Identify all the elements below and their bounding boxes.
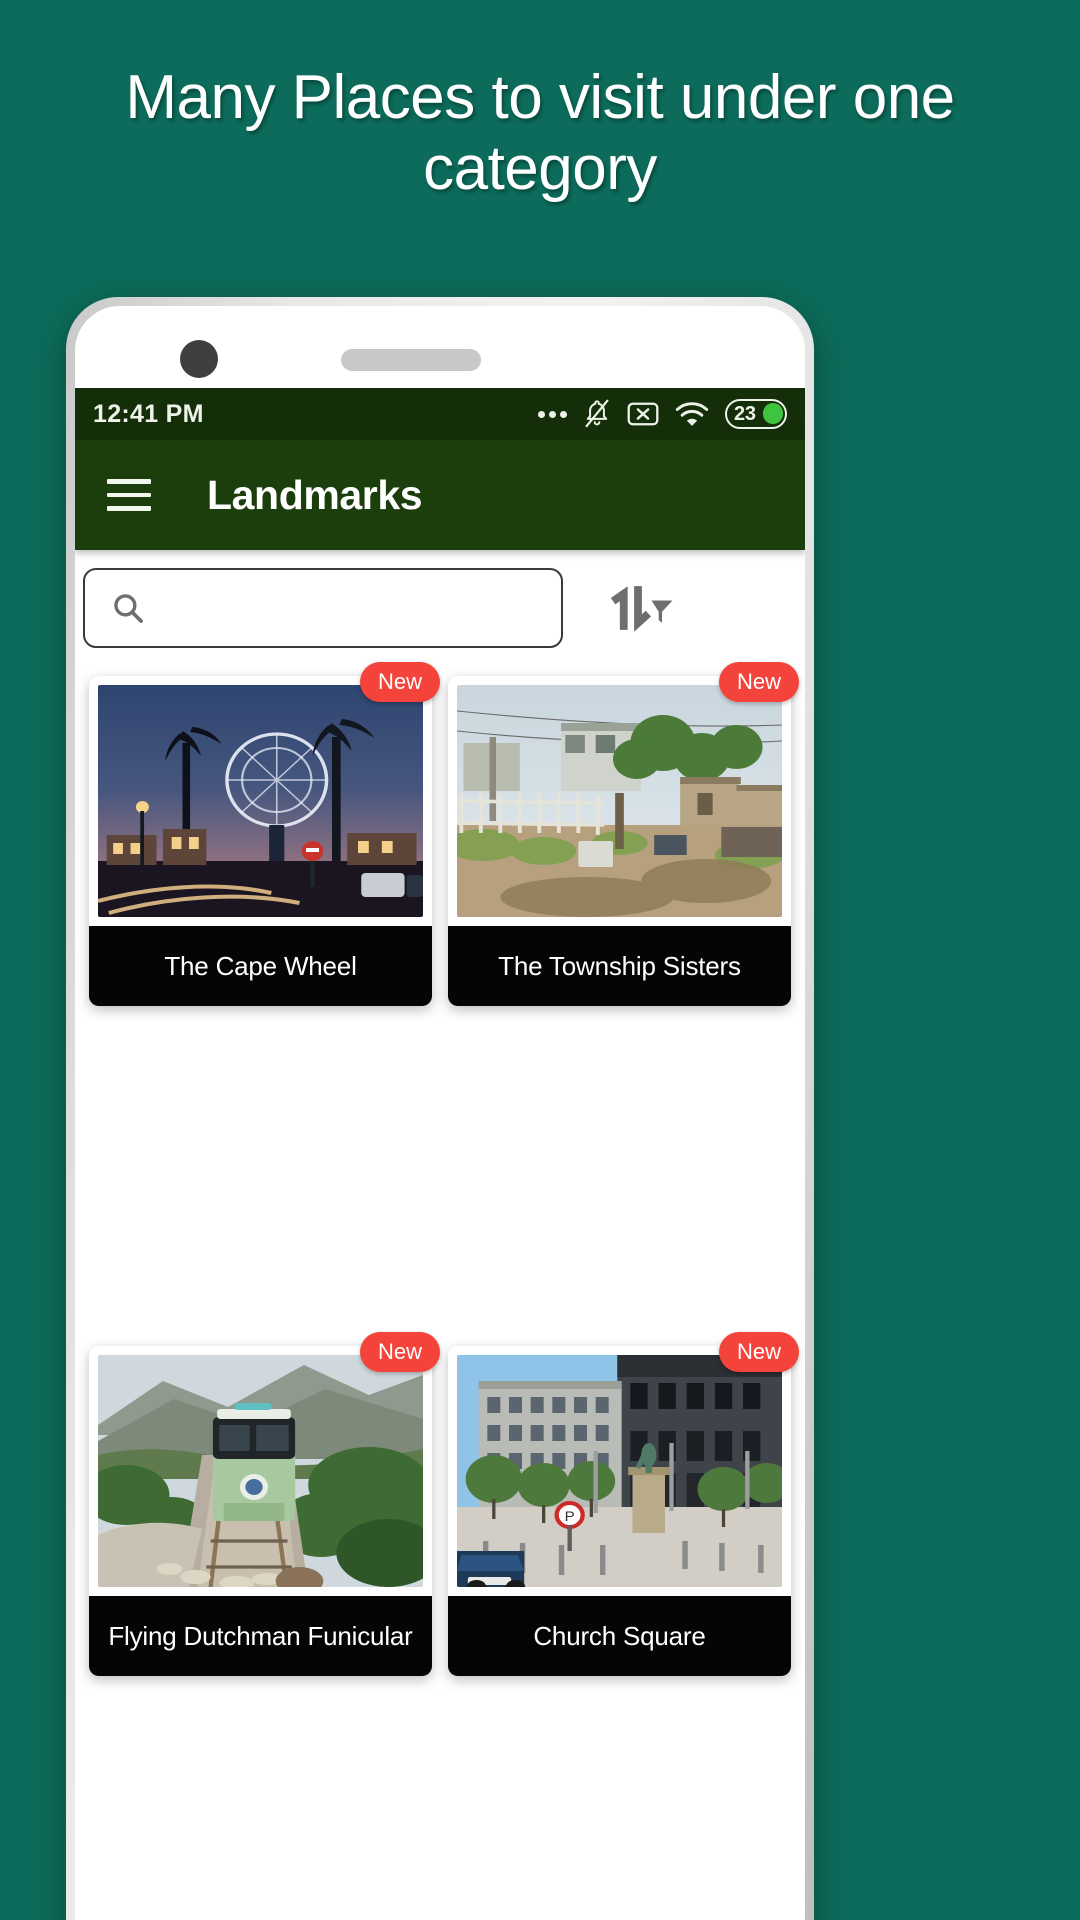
new-badge: New bbox=[359, 1332, 440, 1372]
landmark-thumbnail bbox=[457, 685, 782, 917]
hamburger-menu-icon[interactable] bbox=[107, 479, 151, 511]
status-bar: 12:41 PM 23 bbox=[75, 388, 805, 440]
page-headline: Many Places to visit under one category bbox=[125, 63, 955, 204]
battery-level-label: 23 bbox=[734, 402, 756, 425]
new-badge: New bbox=[718, 1332, 799, 1372]
landmark-thumbnail bbox=[98, 1355, 423, 1587]
landmark-card[interactable]: New bbox=[89, 1332, 440, 1676]
sort-filter-icon[interactable] bbox=[607, 578, 681, 638]
sim-missing-icon bbox=[627, 402, 659, 426]
app-bar: Landmarks bbox=[75, 440, 805, 550]
status-icon-group: 23 bbox=[538, 399, 787, 429]
phone-screen: 12:41 PM 23 Landmarks New The Cape Wheel… bbox=[75, 306, 805, 1920]
landmark-title: The Township Sisters bbox=[448, 926, 791, 1006]
landmark-card[interactable]: New bbox=[448, 662, 799, 1006]
search-input[interactable] bbox=[159, 592, 519, 624]
wifi-icon bbox=[675, 402, 709, 426]
battery-fill bbox=[763, 403, 783, 424]
landmark-card[interactable]: New bbox=[89, 662, 440, 1006]
landmark-title: Flying Dutchman Funicular bbox=[89, 1596, 432, 1676]
landmark-thumbnail: P bbox=[457, 1355, 782, 1587]
more-dots-icon bbox=[538, 410, 567, 418]
landmark-thumbnail bbox=[98, 685, 423, 917]
status-time: 12:41 PM bbox=[93, 399, 204, 428]
new-badge: New bbox=[718, 662, 799, 702]
app-bar-title: Landmarks bbox=[207, 471, 423, 518]
search-row bbox=[75, 550, 805, 664]
earpiece-speaker bbox=[341, 349, 481, 371]
notifications-off-icon bbox=[585, 399, 609, 428]
landmark-card-grid: New The Cape Wheel New The Township Sist… bbox=[75, 662, 805, 1920]
landmark-title: Church Square bbox=[448, 1596, 791, 1676]
search-box[interactable] bbox=[83, 568, 563, 648]
phone-mockup-frame: 12:41 PM 23 Landmarks New The Cape Wheel… bbox=[66, 297, 814, 1920]
new-badge: New bbox=[359, 662, 440, 702]
front-camera-icon bbox=[180, 340, 218, 378]
phone-top-bezel bbox=[75, 306, 805, 388]
landmark-title: The Cape Wheel bbox=[89, 926, 432, 1006]
landmark-card[interactable]: New bbox=[448, 1332, 799, 1676]
search-icon bbox=[114, 594, 143, 623]
battery-icon: 23 bbox=[725, 399, 787, 429]
svg-text:P: P bbox=[565, 1509, 575, 1524]
